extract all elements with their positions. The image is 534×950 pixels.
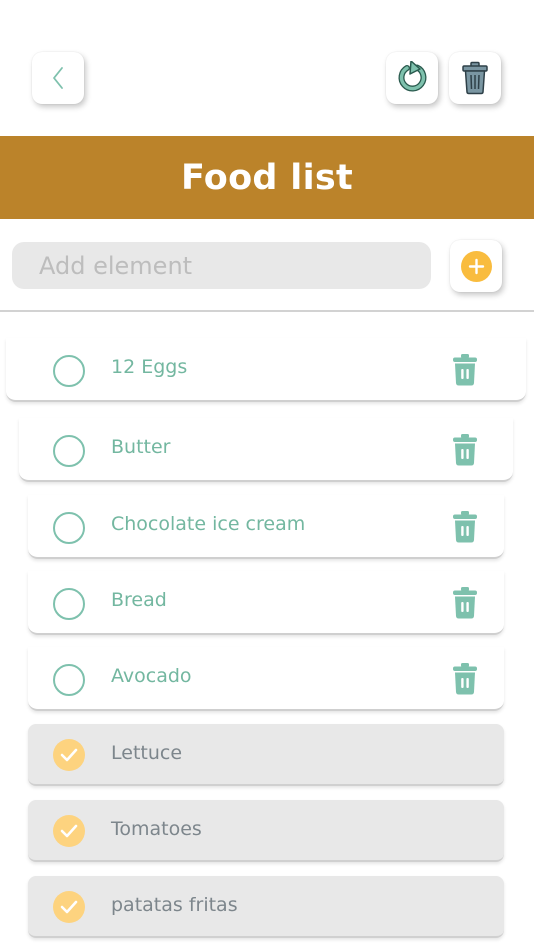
trash-icon	[462, 61, 488, 95]
item-checkbox[interactable]	[53, 355, 85, 387]
list-item[interactable]: Butter	[19, 418, 513, 482]
list-item[interactable]: Bread	[28, 571, 504, 635]
list-item[interactable]: Avocado	[28, 647, 504, 711]
trash-icon[interactable]	[453, 663, 477, 695]
item-label: patatas fritas	[111, 894, 238, 916]
add-button[interactable]	[450, 240, 502, 292]
item-checkbox[interactable]	[53, 435, 85, 467]
item-label: Bread	[111, 589, 167, 611]
item-checkbox[interactable]	[53, 588, 85, 620]
list-item-done[interactable]: Tomatoes	[28, 800, 504, 862]
chevron-left-icon	[53, 67, 63, 89]
item-label: Avocado	[111, 665, 192, 687]
reset-button[interactable]	[386, 52, 438, 104]
item-checkbox[interactable]	[53, 664, 85, 696]
list-item-done[interactable]: patatas fritas	[28, 876, 504, 938]
back-button[interactable]	[32, 52, 84, 104]
list-item[interactable]: Chocolate ice cream	[28, 495, 504, 559]
add-element-row	[0, 219, 534, 312]
item-label: Chocolate ice cream	[111, 513, 306, 535]
item-checkbox-checked[interactable]	[53, 891, 85, 923]
top-toolbar	[0, 0, 534, 136]
trash-icon[interactable]	[453, 354, 477, 386]
page-title: Food list	[180, 157, 354, 198]
item-label: 12 Eggs	[111, 356, 188, 378]
item-label: Butter	[111, 436, 171, 458]
item-label: Lettuce	[111, 742, 183, 764]
check-icon	[60, 824, 78, 838]
check-icon	[60, 748, 78, 762]
list-item[interactable]: 12 Eggs	[6, 338, 526, 402]
reload-icon	[398, 61, 427, 92]
plus-icon	[460, 250, 492, 282]
trash-icon[interactable]	[453, 511, 477, 543]
add-element-input[interactable]	[12, 242, 431, 289]
item-checkbox[interactable]	[53, 512, 85, 544]
trash-icon[interactable]	[453, 587, 477, 619]
item-label: Tomatoes	[111, 818, 202, 840]
item-checkbox-checked[interactable]	[53, 815, 85, 847]
list-item-done[interactable]: Lettuce	[28, 724, 504, 786]
trash-icon[interactable]	[453, 434, 477, 466]
item-checkbox-checked[interactable]	[53, 739, 85, 771]
check-icon	[60, 900, 78, 914]
header-band: Food list	[0, 136, 534, 219]
delete-all-button[interactable]	[449, 52, 501, 104]
